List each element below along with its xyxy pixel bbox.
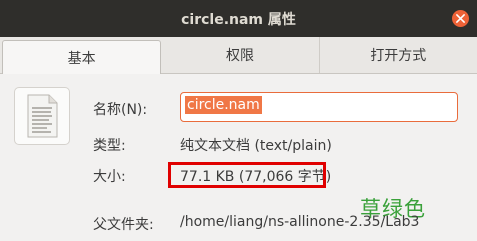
type-label: 类型: (93, 138, 126, 154)
tab-open-with[interactable]: 打开方式 (320, 37, 477, 73)
tab-permissions[interactable]: 权限 (161, 37, 320, 73)
title-bar: circle.nam 属性 (0, 0, 477, 37)
highlight-box (168, 162, 326, 188)
text-file-icon (14, 87, 70, 145)
name-field-value[interactable]: circle.nam (185, 96, 262, 114)
tab-basic[interactable]: 基本 (2, 40, 162, 74)
close-button[interactable] (452, 10, 469, 27)
name-label: 名称(N): (93, 102, 148, 118)
size-label: 大小: (93, 169, 126, 185)
close-icon (456, 14, 465, 23)
window-title: circle.nam 属性 (181, 11, 296, 28)
parent-folder-label: 父文件夹: (93, 217, 154, 233)
name-field[interactable]: circle.nam (180, 92, 458, 122)
tab-bar: 基本 权限 打开方式 (0, 37, 477, 74)
parent-folder-value: /home/liang/ns-allinone-2.35/Lab3 (180, 214, 420, 230)
type-value: 纯文本文档 (text/plain) (180, 138, 332, 154)
